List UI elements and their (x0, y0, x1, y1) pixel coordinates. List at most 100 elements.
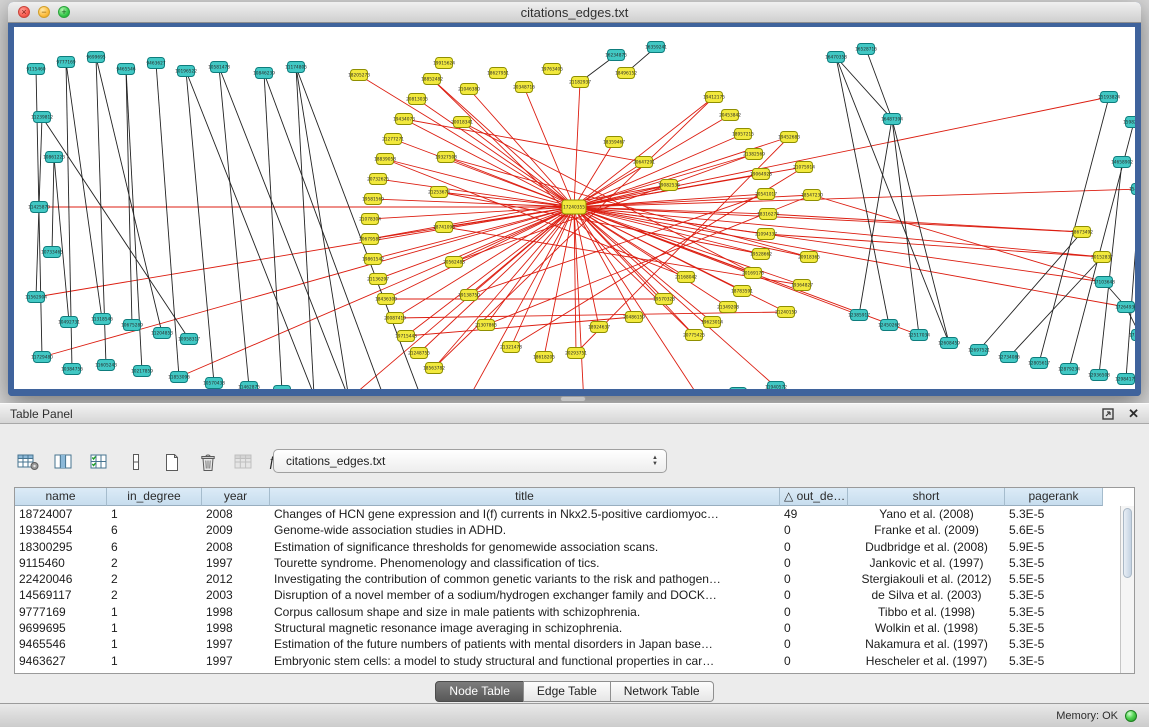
graph-edge[interactable] (1126, 189, 1135, 379)
graph-node[interactable]: 19915624 (433, 58, 455, 69)
graph-node[interactable]: 9777169 (56, 57, 75, 68)
row-selector-icon[interactable] (120, 448, 152, 476)
graph-node[interactable]: 15193824 (1098, 92, 1120, 103)
graph-edge[interactable] (54, 157, 69, 322)
graph-edge[interactable] (370, 207, 574, 219)
column-header-pagerank[interactable]: pagerank (1005, 488, 1103, 506)
graph-node[interactable]: 9465546 (116, 64, 135, 75)
graph-node[interactable]: 11940572 (765, 382, 787, 390)
table-row[interactable]: 1872400712008Changes of HCN gene express… (15, 506, 1134, 522)
graph-node[interactable]: 18673492 (1071, 227, 1093, 238)
graph-node[interactable]: 21075914 (793, 162, 815, 173)
graph-edge[interactable] (454, 207, 574, 262)
graph-node[interactable]: 21094337 (755, 229, 777, 240)
tab-edge-table[interactable]: Edge Table (523, 681, 611, 702)
graph-node[interactable]: 21248755 (408, 348, 430, 359)
graph-node[interactable]: 19064928 (750, 169, 772, 180)
table-row[interactable]: 977716911998Corpus callosum shape and si… (15, 604, 1134, 620)
graph-node[interactable]: 18839058 (374, 154, 396, 165)
graph-node[interactable]: 19327508 (435, 152, 457, 163)
graph-node[interactable]: 18852482 (421, 74, 443, 85)
graph-node[interactable]: 16487394 (881, 114, 903, 125)
graph-node[interactable]: 11204853 (151, 328, 173, 339)
column-header-year[interactable]: year (202, 488, 270, 506)
graph-node[interactable]: 18783591 (731, 286, 753, 297)
graph-node[interactable]: 9115460 (26, 64, 45, 75)
graph-node[interactable]: 20018341 (451, 117, 473, 128)
graph-edge[interactable] (42, 117, 189, 339)
graph-edge[interactable] (524, 87, 574, 207)
graph-node[interactable]: 18547230 (801, 190, 823, 201)
graph-node[interactable]: 11239812 (31, 112, 53, 123)
graph-node[interactable]: 19581569 (362, 194, 384, 205)
float-panel-icon[interactable] (1102, 408, 1114, 420)
graph-node[interactable]: 11853096 (168, 372, 190, 383)
graph-node[interactable]: 19138750 (458, 290, 480, 301)
graph-node[interactable]: 11605243 (95, 360, 117, 371)
scrollbar-thumb[interactable] (1123, 508, 1132, 578)
graph-edge[interactable] (866, 49, 892, 119)
graph-node[interactable]: 21349208 (717, 302, 739, 313)
graph-node[interactable]: 20293751 (565, 348, 587, 359)
table-row[interactable]: 911546021997Tourette syndrome. Phenomeno… (15, 555, 1134, 571)
graph-node[interactable]: 10958317 (178, 334, 200, 345)
close-panel-icon[interactable]: ✕ (1128, 407, 1139, 420)
graph-edge[interactable] (836, 57, 889, 325)
table-row[interactable]: 1938455462009Genome-wide association stu… (15, 522, 1134, 538)
column-header-title[interactable]: title (270, 488, 780, 506)
graph-node[interactable]: 12936508 (1088, 370, 1110, 381)
graph-node[interactable]: 21382569 (743, 149, 765, 160)
graph-edge[interactable] (66, 62, 102, 319)
graph-node[interactable]: 20918365 (798, 252, 820, 263)
graph-edge[interactable] (1099, 162, 1122, 375)
show-columns-icon[interactable] (48, 448, 80, 476)
graph-edge[interactable] (296, 67, 349, 389)
graph-node[interactable]: 16234875 (605, 50, 627, 61)
graph-node[interactable]: 20562483 (443, 257, 465, 268)
graph-edge[interactable] (574, 134, 743, 207)
graph-node[interactable]: 20087419 (384, 313, 406, 324)
panel-resize-handle[interactable] (560, 396, 586, 402)
graph-node[interactable]: 20486159 (623, 312, 645, 323)
graph-node[interactable]: 12450268 (878, 320, 900, 331)
graph-node[interactable]: 14658902 (1111, 157, 1133, 168)
table-row[interactable]: 946554611997Estimation of the future num… (15, 636, 1134, 652)
graph-node[interactable]: 19715443 (395, 331, 417, 342)
edit-columns-icon[interactable] (84, 448, 116, 476)
graph-node[interactable]: 11462875 (238, 382, 260, 390)
graph-node[interactable]: 20679587 (359, 234, 381, 245)
graph-node[interactable]: 12734086 (998, 352, 1020, 363)
tab-network-table[interactable]: Network Table (610, 681, 714, 702)
graph-node[interactable]: 12385917 (848, 310, 870, 321)
graph-node[interactable]: 19412175 (703, 92, 725, 103)
graph-node[interactable]: 16528716 (855, 44, 877, 55)
graph-node[interactable]: 19082536 (658, 180, 680, 191)
graph-node[interactable]: 16470358 (825, 52, 847, 63)
graph-node[interactable]: 17240355 (562, 200, 586, 214)
graph-edge[interactable] (892, 119, 949, 343)
graph-node[interactable]: 18316274 (757, 209, 779, 220)
graph-node[interactable]: 18741096 (433, 222, 455, 233)
graph-edge[interactable] (544, 207, 574, 357)
zoom-window-button[interactable]: + (58, 6, 70, 18)
column-header-in_degree[interactable]: in_degree (107, 488, 202, 506)
graph-node[interactable]: 18618205 (533, 352, 555, 363)
graph-node[interactable]: 19861542 (362, 254, 384, 265)
graph-node[interactable]: 10217859 (131, 366, 153, 377)
close-window-button[interactable]: × (18, 6, 30, 18)
graph-node[interactable]: 10196522 (175, 66, 197, 77)
graph-node[interactable]: 21046380 (458, 84, 480, 95)
graph-node[interactable]: 9699695 (86, 52, 105, 63)
graph-edge[interactable] (892, 119, 919, 335)
graph-node[interactable]: 18924637 (588, 322, 610, 333)
minimize-window-button[interactable]: − (38, 6, 50, 18)
import-table-icon[interactable] (228, 448, 260, 476)
graph-edge[interactable] (469, 89, 574, 207)
graph-node[interactable]: 16359241 (645, 42, 667, 53)
graph-edge[interactable] (1009, 257, 1102, 357)
graph-node[interactable]: 21277271 (382, 134, 404, 145)
graph-node[interactable]: 21321478 (500, 342, 522, 353)
graph-node[interactable]: 10384756 (61, 364, 83, 375)
graph-node[interactable]: 20169176 (742, 268, 764, 279)
graph-node[interactable]: 11425870 (28, 202, 50, 213)
